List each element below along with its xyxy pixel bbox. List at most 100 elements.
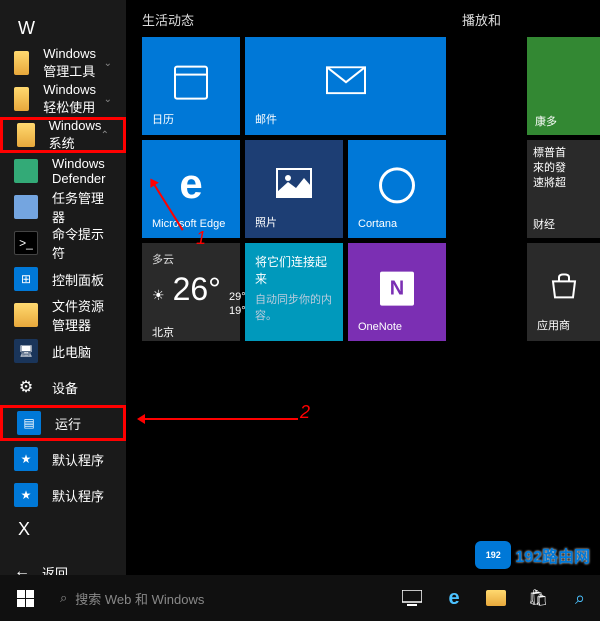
news-line: 速將超 bbox=[533, 176, 594, 191]
app-control-panel[interactable]: ⊞ 控制面板 bbox=[0, 261, 126, 297]
explorer-icon bbox=[14, 303, 38, 327]
sync-title: 将它们连接起来 bbox=[255, 253, 333, 287]
pc-icon: 🖥 bbox=[14, 339, 38, 363]
app-label: Windows 管理工具 bbox=[43, 46, 112, 80]
tile-game[interactable]: 康多 bbox=[527, 37, 600, 135]
app-cmd[interactable]: >_ 命令提示符 bbox=[0, 225, 126, 261]
taskbar-store[interactable]: 🛍 bbox=[518, 575, 558, 621]
app-defender[interactable]: Windows Defender bbox=[0, 153, 126, 189]
edge-icon: e bbox=[179, 160, 202, 208]
weather-condition: 多云 bbox=[152, 251, 230, 267]
tile-label: 康多 bbox=[535, 113, 557, 129]
start-button[interactable] bbox=[0, 575, 50, 621]
search-icon: ⌕ bbox=[60, 590, 67, 606]
shield-icon bbox=[14, 159, 38, 183]
app-label: 命令提示符 bbox=[52, 224, 112, 262]
annotation-arrow-2 bbox=[140, 418, 298, 420]
tile-cortana[interactable]: Cortana bbox=[348, 140, 446, 238]
app-task-manager[interactable]: 任务管理器 bbox=[0, 189, 126, 225]
section-letter-x[interactable]: X bbox=[0, 513, 126, 546]
tile-label: 邮件 bbox=[255, 111, 436, 127]
tile-phone-companion[interactable]: 将它们连接起来 自动同步你的内容。 bbox=[245, 243, 343, 341]
chevron-up-icon: ⌃ bbox=[101, 130, 109, 141]
cortana-icon bbox=[379, 167, 415, 203]
tile-onenote[interactable]: N OneNote bbox=[348, 243, 446, 341]
store-icon bbox=[549, 273, 579, 304]
folder-icon bbox=[17, 123, 35, 147]
app-list: W Windows 管理工具 ⌄ Windows 轻松使用 ⌄ Windows … bbox=[0, 0, 126, 575]
run-icon: ▤ bbox=[17, 411, 41, 435]
search-box[interactable]: ⌕ 搜索 Web 和 Windows bbox=[50, 582, 390, 614]
chevron-down-icon: ⌄ bbox=[104, 58, 112, 69]
app-run[interactable]: ▤ 运行 bbox=[0, 405, 126, 441]
sync-sub: 自动同步你的内容。 bbox=[255, 291, 333, 323]
tile-photos[interactable]: 照片 bbox=[245, 140, 343, 238]
tile-store[interactable]: 应用商 bbox=[527, 243, 600, 341]
watermark-badge: 192 bbox=[475, 541, 511, 569]
weather-temp: 26 bbox=[173, 271, 209, 307]
annotation-number-1: 1 bbox=[196, 228, 206, 249]
app-label: 控制面板 bbox=[52, 270, 104, 289]
app-default-programs-1[interactable]: ★ 默认程序 bbox=[0, 441, 126, 477]
onenote-icon: N bbox=[380, 272, 414, 306]
app-label: 此电脑 bbox=[52, 342, 91, 361]
tile-calendar[interactable]: 日历 bbox=[142, 37, 240, 135]
chevron-down-icon: ⌄ bbox=[104, 94, 112, 105]
explorer-icon bbox=[486, 590, 506, 606]
app-label: 任务管理器 bbox=[52, 188, 112, 226]
taskbar-explorer[interactable] bbox=[476, 575, 516, 621]
weather-lo: 19° bbox=[229, 305, 246, 317]
control-panel-icon: ⊞ bbox=[14, 267, 38, 291]
app-label: 设备 bbox=[52, 378, 78, 397]
folder-icon bbox=[14, 87, 29, 111]
tile-label: Microsoft Edge bbox=[152, 218, 230, 230]
taskmgr-icon bbox=[14, 195, 38, 219]
task-view-icon bbox=[402, 590, 422, 606]
zone-header-play[interactable]: 播放和 bbox=[462, 10, 501, 29]
mail-icon bbox=[326, 66, 366, 99]
app-explorer[interactable]: 文件资源管理器 bbox=[0, 297, 126, 333]
app-label: Windows 轻松使用 bbox=[43, 82, 112, 116]
edge-icon: e bbox=[448, 587, 459, 610]
gear-icon: ⚙ bbox=[14, 375, 38, 399]
watermark: 192 192路由网 bbox=[475, 541, 590, 569]
tile-mail[interactable]: 邮件 bbox=[245, 37, 446, 135]
tile-label: Cortana bbox=[358, 218, 436, 230]
sun-icon: ☀ bbox=[152, 287, 165, 304]
task-view-button[interactable] bbox=[392, 575, 432, 621]
tile-money-news[interactable]: 標普首 來的發 速將超 财经 bbox=[527, 140, 600, 238]
annotation-number-2: 2 bbox=[300, 402, 310, 423]
weather-city: 北京 bbox=[152, 324, 230, 340]
tile-label: OneNote bbox=[358, 321, 436, 333]
app-windows-system[interactable]: Windows 系统 ⌃ bbox=[0, 117, 126, 153]
store-icon: 🛍 bbox=[528, 588, 548, 608]
tile-weather[interactable]: 多云 ☀ 26° 29°19° 北京 bbox=[142, 243, 240, 341]
app-label: 默认程序 bbox=[52, 486, 104, 505]
app-label: 文件资源管理器 bbox=[52, 296, 112, 334]
default-icon: ★ bbox=[14, 447, 38, 471]
taskbar-search[interactable]: ⌕ bbox=[560, 575, 600, 621]
app-this-pc[interactable]: 🖥 此电脑 bbox=[0, 333, 126, 369]
tile-label: 财经 bbox=[533, 216, 594, 232]
search-icon: ⌕ bbox=[575, 588, 585, 609]
watermark-text: 192路由网 bbox=[515, 543, 590, 567]
weather-hi: 29° bbox=[229, 291, 246, 303]
folder-icon bbox=[14, 51, 29, 75]
app-windows-ease[interactable]: Windows 轻松使用 ⌄ bbox=[0, 81, 126, 117]
news-line: 來的發 bbox=[533, 161, 594, 176]
app-devices[interactable]: ⚙ 设备 bbox=[0, 369, 126, 405]
windows-logo-icon bbox=[17, 590, 34, 607]
app-windows-admin-tools[interactable]: Windows 管理工具 ⌄ bbox=[0, 45, 126, 81]
taskbar-edge[interactable]: e bbox=[434, 575, 474, 621]
zone-header-life[interactable]: 生活动态 bbox=[142, 10, 462, 29]
app-label: 默认程序 bbox=[52, 450, 104, 469]
default-icon: ★ bbox=[14, 483, 38, 507]
app-default-programs-2[interactable]: ★ 默认程序 bbox=[0, 477, 126, 513]
tile-label: 应用商 bbox=[537, 317, 590, 333]
news-line: 標普首 bbox=[533, 146, 594, 161]
cmd-icon: >_ bbox=[14, 231, 38, 255]
photos-icon bbox=[276, 168, 312, 203]
tile-label: 日历 bbox=[152, 111, 230, 127]
section-letter-w[interactable]: W bbox=[0, 12, 126, 45]
tile-label: 照片 bbox=[255, 214, 333, 230]
